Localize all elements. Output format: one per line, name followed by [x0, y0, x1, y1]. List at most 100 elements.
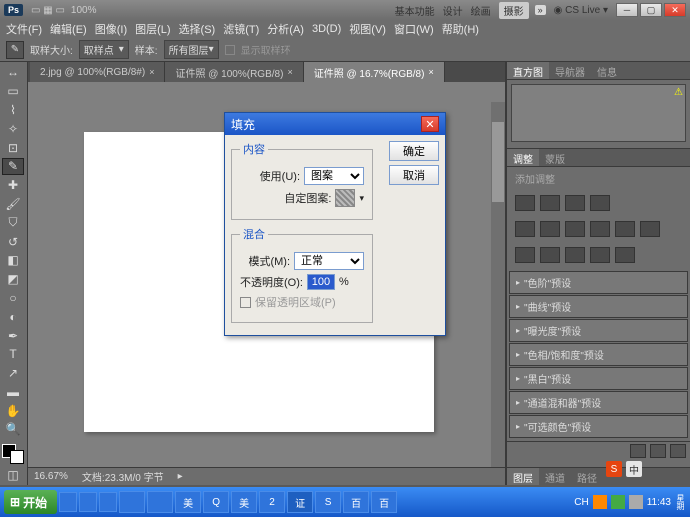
workspace-tab-paint[interactable]: 绘画	[471, 3, 491, 18]
taskbar-item[interactable]: 2	[259, 491, 285, 513]
quicklaunch-icon[interactable]	[59, 492, 77, 512]
ime-lang-icon[interactable]: 中	[626, 461, 642, 477]
preset-row[interactable]: "色相/饱和度"预设	[509, 343, 688, 366]
adj-invert-icon[interactable]	[515, 247, 535, 263]
cancel-button[interactable]: 取消	[389, 165, 439, 185]
taskbar-item[interactable]	[147, 491, 173, 513]
panel-tab-adjustments[interactable]: 调整	[507, 149, 539, 166]
tool-pen[interactable]: ✒	[2, 327, 24, 344]
sogou-icon[interactable]: S	[606, 461, 622, 477]
menu-image[interactable]: 图像(I)	[95, 21, 127, 37]
warning-icon[interactable]: ⚠	[674, 87, 683, 98]
tool-move[interactable]: ↔	[2, 64, 24, 81]
workspace-more-icon[interactable]: »	[535, 5, 546, 15]
tool-path[interactable]: ↗	[2, 365, 24, 382]
workspace-tab-photo[interactable]: 摄影	[499, 2, 529, 19]
close-icon[interactable]: ×	[428, 67, 433, 77]
tool-marquee[interactable]: ▭	[2, 83, 24, 100]
menu-layer[interactable]: 图层(L)	[135, 21, 170, 37]
tray-icon[interactable]	[611, 495, 625, 509]
status-arrow-icon[interactable]: ▸	[178, 471, 183, 482]
menu-file[interactable]: 文件(F)	[6, 21, 42, 37]
panel-tab-navigator[interactable]: 导航器	[549, 62, 591, 79]
adj-curves-icon[interactable]	[565, 195, 585, 211]
quicklaunch-icon[interactable]	[99, 492, 117, 512]
start-button[interactable]: ⊞开始	[4, 490, 57, 514]
preset-row[interactable]: "曲线"预设	[509, 295, 688, 318]
adj-selectivecolor-icon[interactable]	[615, 247, 635, 263]
adj-colorbalance-icon[interactable]	[565, 221, 585, 237]
background-swatch[interactable]	[10, 450, 24, 464]
window-close-button[interactable]: ✕	[664, 3, 686, 17]
sample-size-dropdown[interactable]: 取样点	[79, 40, 129, 59]
menu-view[interactable]: 视图(V)	[349, 21, 386, 37]
workspace-tab-basic[interactable]: 基本功能	[395, 3, 435, 18]
panel-tab-info[interactable]: 信息	[591, 62, 623, 79]
tool-brush[interactable]: 🖌	[2, 195, 24, 212]
adj-hue-icon[interactable]	[540, 221, 560, 237]
tool-eraser[interactable]: ◧	[2, 252, 24, 269]
menu-window[interactable]: 窗口(W)	[394, 21, 434, 37]
menu-edit[interactable]: 编辑(E)	[50, 21, 87, 37]
panel-tab-paths[interactable]: 路径	[571, 468, 603, 485]
panel-tab-channels[interactable]: 通道	[539, 468, 571, 485]
quicklaunch-icon[interactable]	[79, 492, 97, 512]
menu-help[interactable]: 帮助(H)	[442, 21, 479, 37]
show-ring-checkbox[interactable]	[225, 45, 235, 55]
tool-shape[interactable]: ▬	[2, 384, 24, 401]
panel-trash-icon[interactable]	[670, 444, 686, 458]
adj-brightness-icon[interactable]	[515, 195, 535, 211]
tray-lang[interactable]: CH	[574, 497, 588, 508]
cs-live-button[interactable]: ◉ CS Live ▾	[554, 5, 608, 16]
tray-day[interactable]: 星期	[675, 494, 686, 510]
preset-row[interactable]: "可选颜色"预设	[509, 415, 688, 438]
tool-dodge[interactable]: ◐	[2, 308, 24, 325]
adj-channelmixer-icon[interactable]	[640, 221, 660, 237]
taskbar-item[interactable]	[119, 491, 145, 513]
adj-bw-icon[interactable]	[590, 221, 610, 237]
document-tab-0[interactable]: 2.jpg @ 100%(RGB/8#)×	[30, 62, 165, 82]
status-doc-info[interactable]: 文档:23.3M/0 字节	[82, 469, 164, 484]
adj-levels-icon[interactable]	[540, 195, 560, 211]
taskbar-item[interactable]: S	[315, 491, 341, 513]
taskbar-item[interactable]: 百	[343, 491, 369, 513]
taskbar-item[interactable]: 美	[231, 491, 257, 513]
use-dropdown[interactable]: 图案	[304, 167, 364, 185]
vertical-scrollbar[interactable]	[491, 102, 505, 467]
dialog-close-button[interactable]: ✕	[421, 116, 439, 132]
pattern-picker[interactable]	[335, 189, 355, 207]
tool-blur[interactable]: ○	[2, 290, 24, 307]
ok-button[interactable]: 确定	[389, 141, 439, 161]
color-swatches[interactable]	[2, 444, 24, 464]
mode-dropdown[interactable]: 正常	[294, 252, 364, 270]
adj-gradientmap-icon[interactable]	[590, 247, 610, 263]
taskbar-item[interactable]: Q	[203, 491, 229, 513]
tool-stamp[interactable]: ⛉	[2, 214, 24, 231]
tray-icon[interactable]	[593, 495, 607, 509]
panel-clip-icon[interactable]	[630, 444, 646, 458]
panel-tab-masks[interactable]: 蒙版	[539, 149, 571, 166]
preset-row[interactable]: "通道混和器"预设	[509, 391, 688, 414]
tool-crop[interactable]: ⊡	[2, 139, 24, 156]
tool-history-brush[interactable]: ↺	[2, 233, 24, 250]
panel-tab-histogram[interactable]: 直方图	[507, 62, 549, 79]
tool-zoom[interactable]: 🔍	[2, 421, 24, 438]
tool-hand[interactable]: ✋	[2, 402, 24, 419]
status-zoom[interactable]: 16.67%	[34, 471, 68, 482]
quickmask-toggle[interactable]: ◫	[2, 466, 24, 483]
tool-gradient[interactable]: ◩	[2, 271, 24, 288]
adj-vibrance-icon[interactable]	[515, 221, 535, 237]
taskbar-item[interactable]: 美	[175, 491, 201, 513]
sample-layers-dropdown[interactable]: 所有图层	[164, 40, 219, 59]
tray-icon[interactable]	[629, 495, 643, 509]
panel-new-icon[interactable]	[650, 444, 666, 458]
panel-tab-layers[interactable]: 图层	[507, 468, 539, 485]
close-icon[interactable]: ×	[287, 67, 292, 77]
menu-analysis[interactable]: 分析(A)	[267, 21, 304, 37]
titlebar-zoom[interactable]: 100%	[71, 5, 97, 16]
adj-posterize-icon[interactable]	[540, 247, 560, 263]
tool-wand[interactable]: ✧	[2, 120, 24, 137]
preset-row[interactable]: "色阶"预设	[509, 271, 688, 294]
tray-time[interactable]: 11:43	[647, 497, 671, 508]
adj-exposure-icon[interactable]	[590, 195, 610, 211]
